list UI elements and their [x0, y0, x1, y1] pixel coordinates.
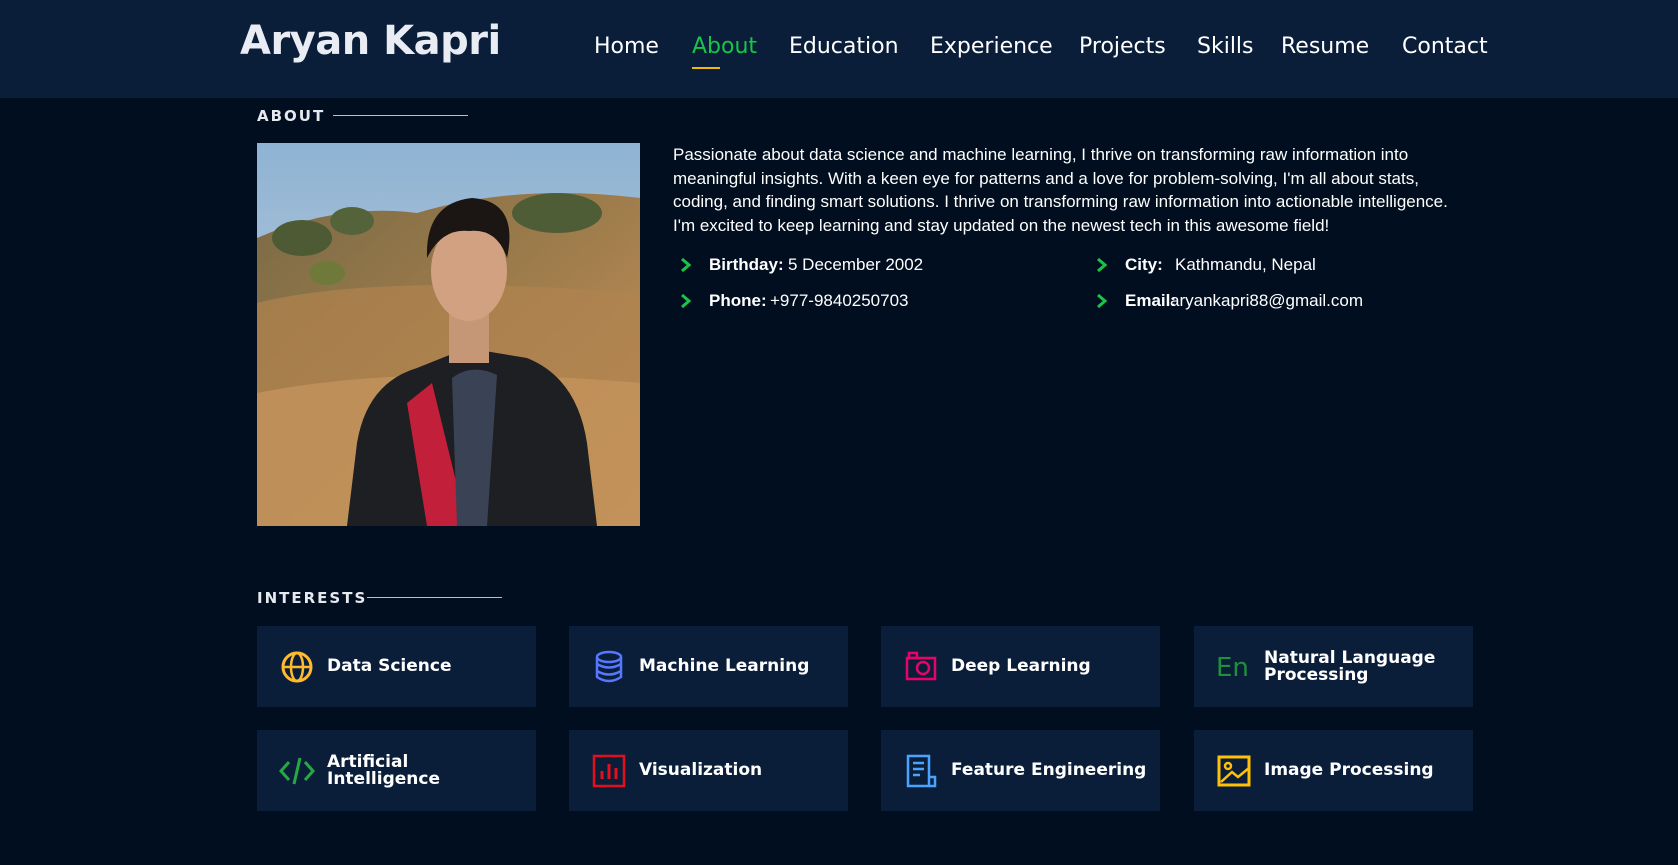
interest-card-feature-engineering[interactable]: Feature Engineering [881, 730, 1160, 811]
code-icon [279, 757, 315, 785]
profile-photo-illustration [257, 143, 640, 526]
chevron-right-icon [1097, 258, 1108, 272]
site-header: Aryan Kapri Home About Education Experie… [0, 0, 1678, 98]
nav-education[interactable]: Education [789, 34, 899, 59]
camera-icon [905, 651, 937, 681]
svg-text:En: En [1216, 653, 1249, 683]
birthday-label: Birthday: [709, 255, 784, 274]
email-label: Email: [1125, 291, 1177, 310]
globe-icon [281, 651, 313, 683]
nav-skills[interactable]: Skills [1197, 34, 1254, 59]
email-value[interactable]: aryankapri88@gmail.com [1170, 291, 1363, 311]
nav-experience[interactable]: Experience [930, 34, 1053, 59]
phone-label: Phone: [709, 291, 767, 310]
interest-label: Data Science [327, 656, 452, 676]
bar-chart-icon [592, 754, 626, 788]
interest-label: Visualization [639, 760, 763, 780]
nav-home[interactable]: Home [594, 34, 659, 59]
interest-card-deep-learning[interactable]: Deep Learning [881, 626, 1160, 707]
interest-label: Image Processing [1264, 760, 1434, 780]
interest-label: Deep Learning [951, 656, 1091, 676]
interest-label: Feature Engineering [951, 760, 1147, 780]
translate-icon: En [1216, 653, 1249, 683]
about-paragraph: Passionate about data science and machin… [673, 145, 1448, 235]
database-icon [595, 650, 623, 683]
interest-label: Machine Learning [639, 656, 810, 676]
chevron-right-icon [681, 258, 692, 272]
interests-heading-line [367, 597, 502, 598]
profile-photo [257, 143, 640, 526]
interest-card-visualization[interactable]: Visualization [569, 730, 848, 811]
image-icon [1217, 755, 1251, 787]
nav-about[interactable]: About [692, 34, 757, 59]
about-heading: ABOUT [257, 107, 326, 125]
nav-projects[interactable]: Projects [1079, 34, 1166, 59]
main-nav: Home About Education Experience Projects… [0, 34, 1678, 74]
chevron-right-icon [1097, 294, 1108, 308]
chevron-right-icon [681, 294, 692, 308]
about-heading-line [333, 115, 468, 116]
city-value: Kathmandu, Nepal [1175, 255, 1316, 274]
phone-value: +977-9840250703 [770, 291, 909, 310]
interest-label: Natural Language Processing [1264, 647, 1436, 685]
birthday-value: 5 December 2002 [788, 255, 924, 274]
nav-resume[interactable]: Resume [1281, 34, 1369, 59]
interest-card-machine-learning[interactable]: Machine Learning [569, 626, 848, 707]
document-icon [906, 754, 937, 788]
city-label: City: [1125, 255, 1163, 274]
interest-card-ai[interactable]: Artificial Intelligence [257, 730, 536, 811]
interest-label: Artificial Intelligence [327, 751, 440, 789]
interest-card-nlp[interactable]: En Natural Language Processing [1194, 626, 1473, 707]
interest-card-data-science[interactable]: Data Science [257, 626, 536, 707]
active-nav-underline [692, 67, 720, 69]
interest-card-image-processing[interactable]: Image Processing [1194, 730, 1473, 811]
interests-heading: INTERESTS [257, 589, 368, 607]
nav-contact[interactable]: Contact [1402, 34, 1488, 59]
